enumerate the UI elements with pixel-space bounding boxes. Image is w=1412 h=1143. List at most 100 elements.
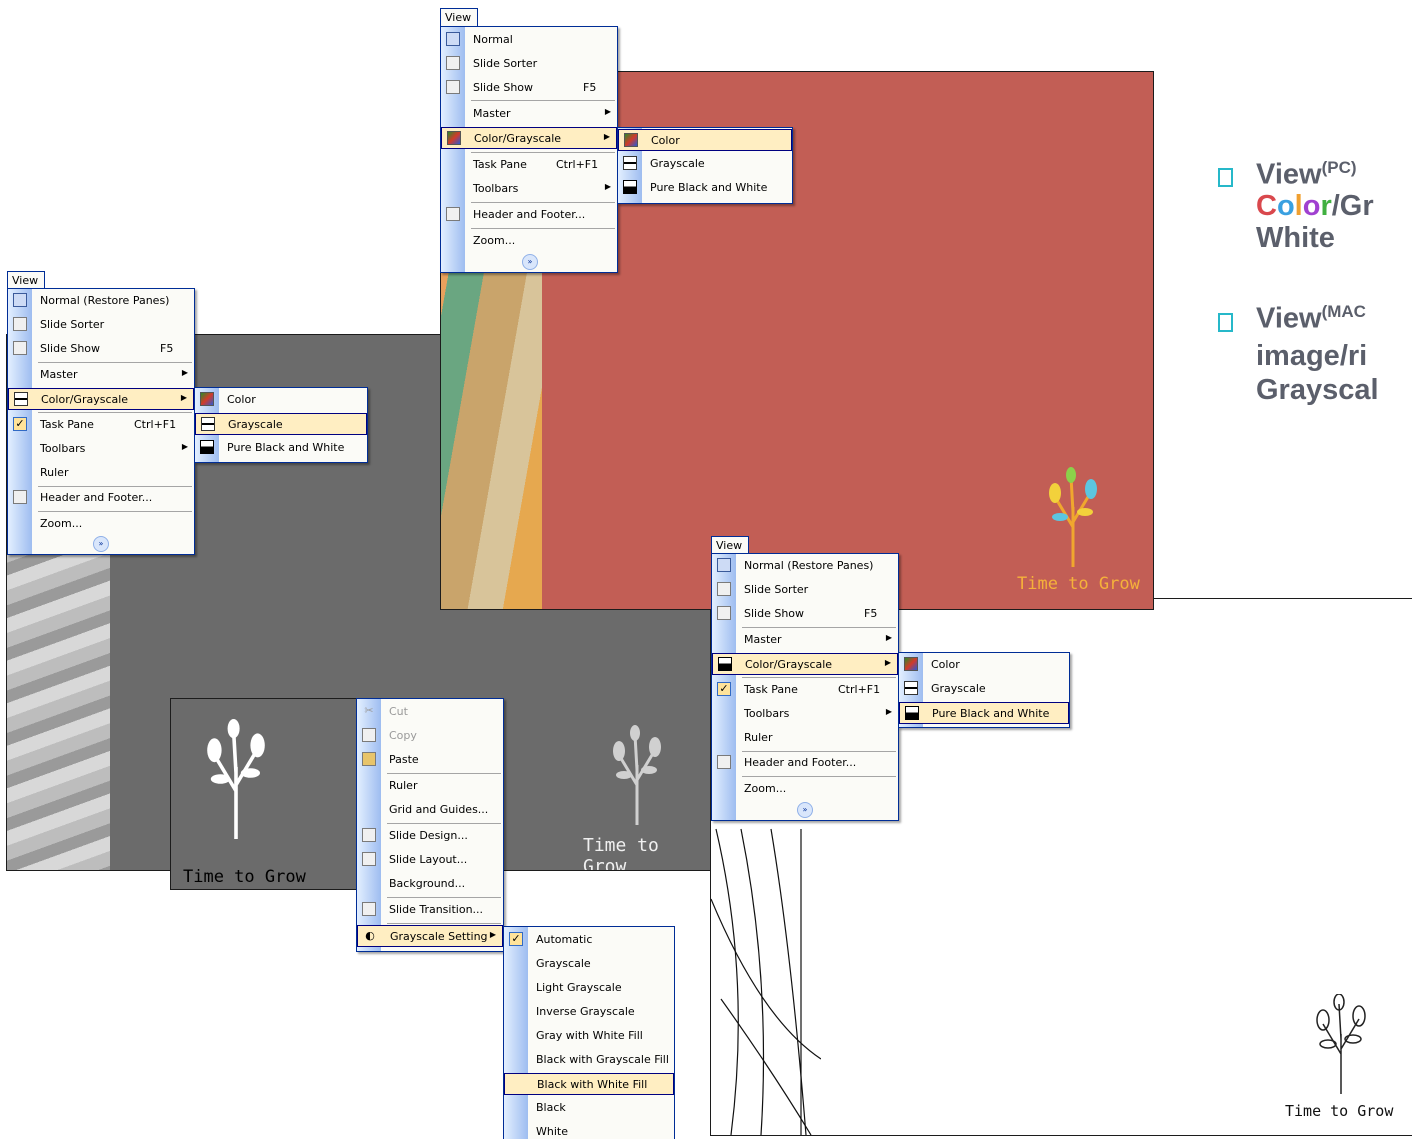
menu-item-label: Color [931,658,960,671]
submenu-item-grayscale[interactable]: Grayscale [899,678,1069,700]
menu-shortcut: F5 [864,607,878,620]
menu-item-color-grayscale[interactable]: Color/Grayscale ▶ [441,127,617,149]
black-white-icon [905,706,919,720]
menu-item-normal[interactable]: Normal [441,29,617,51]
menu-item-slide-sorter[interactable]: Slide Sorter [441,53,617,75]
menu-item-ruler[interactable]: Ruler [8,462,194,484]
menu-item-slide-show[interactable]: Slide Show F5 [441,77,617,99]
menu-item-label: Task Pane [473,158,527,171]
menu-item-label: Zoom... [473,234,516,247]
slide-layout-icon [362,852,376,866]
view-menu-tab-left[interactable]: View [7,271,46,289]
menu-item-label: Color/Grayscale [474,132,562,145]
menu-item-header-footer[interactable]: Header and Footer... [8,487,194,509]
menu-item-task-pane[interactable]: ✓ Task Pane Ctrl+F1 [8,414,194,436]
menu-item-zoom[interactable]: Zoom... [441,230,617,252]
bullet-1-word: View [1256,158,1322,191]
submenu-item-pure-black-white[interactable]: Pure Black and White [899,702,1069,724]
context-item-background[interactable]: Background... [357,873,503,895]
grayscale-icon [201,417,215,431]
bullet-2-line-3: Grayscal [1256,374,1379,406]
color-tree-icon [1043,467,1103,567]
submenu-item-color[interactable]: Color [195,389,367,411]
checkmark-icon: ✓ [509,932,523,946]
menu-item-task-pane[interactable]: ✓ Task Pane Ctrl+F1 [712,679,898,701]
context-item-cut[interactable]: ✂ Cut [357,701,503,723]
menu-item-label: Black [536,1101,566,1114]
submenu-item-color[interactable]: Color [618,129,792,151]
bullet-1-line-3: White [1256,222,1335,254]
menu-item-slide-show[interactable]: Slide Show F5 [712,603,898,625]
grayscale-icon [623,156,637,170]
submenu-item-pure-black-white[interactable]: Pure Black and White [195,437,367,459]
menu-item-label: Gray with White Fill [536,1029,643,1042]
expand-menu-icon[interactable]: » [797,802,813,818]
setting-item-black[interactable]: Black [504,1097,674,1119]
bullet-1-line-1: View(PC) [1256,158,1357,192]
menu-item-toolbars[interactable]: Toolbars ▶ [712,703,898,725]
setting-item-white[interactable]: White [504,1121,674,1143]
menu-item-master[interactable]: Master ▶ [441,103,617,125]
menu-separator [38,362,192,363]
setting-item-black-grayscale-fill[interactable]: Black with Grayscale Fill [504,1049,674,1071]
menu-separator [471,202,615,203]
menu-separator [387,773,501,774]
menu-item-label: Normal (Restore Panes) [40,294,170,307]
menu-item-color-grayscale[interactable]: Color/Grayscale ▶ [712,653,898,675]
checkmark-icon: ✓ [13,417,27,431]
context-item-grayscale-setting[interactable]: ◐ Grayscale Setting ▶ [357,925,503,947]
menu-item-label: Header and Footer... [473,208,586,221]
menu-item-slide-sorter[interactable]: Slide Sorter [8,314,194,336]
setting-item-inverse-grayscale[interactable]: Inverse Grayscale [504,1001,674,1023]
submenu-item-grayscale[interactable]: Grayscale [618,153,792,175]
context-item-grid-guides[interactable]: Grid and Guides... [357,799,503,821]
setting-item-automatic[interactable]: ✓ Automatic [504,929,674,951]
menu-item-label: Slide Transition... [389,903,484,916]
menu-item-color-grayscale[interactable]: Color/Grayscale ▶ [8,388,194,410]
submenu-item-grayscale[interactable]: Grayscale [195,413,367,435]
context-item-paste[interactable]: Paste [357,749,503,771]
menu-item-task-pane[interactable]: Task Pane Ctrl+F1 [441,154,617,176]
context-item-slide-design[interactable]: Slide Design... [357,825,503,847]
view-menu-tab-right[interactable]: View [711,536,750,554]
expand-menu-icon[interactable]: » [93,536,109,552]
menu-item-label: Toolbars [473,182,519,195]
menu-separator [742,776,896,777]
context-item-slide-transition[interactable]: Slide Transition... [357,899,503,921]
setting-item-grayscale[interactable]: Grayscale [504,953,674,975]
paste-icon [362,752,376,766]
context-item-copy[interactable]: Copy [357,725,503,747]
menu-item-header-footer[interactable]: Header and Footer... [441,204,617,226]
menu-item-slide-show[interactable]: Slide Show F5 [8,338,194,360]
menu-item-master[interactable]: Master ▶ [712,629,898,651]
setting-item-black-white-fill[interactable]: Black with White Fill [504,1073,674,1095]
menu-item-header-footer[interactable]: Header and Footer... [712,752,898,774]
menu-item-slide-sorter[interactable]: Slide Sorter [712,579,898,601]
menu-item-label: Light Grayscale [536,981,622,994]
menu-item-ruler[interactable]: Ruler [712,727,898,749]
color-letter: o [1276,190,1295,222]
view-menu-tab-top[interactable]: View [440,8,479,26]
menu-shortcut: Ctrl+F1 [134,418,177,431]
menu-item-toolbars[interactable]: Toolbars ▶ [441,178,617,200]
header-footer-icon [717,755,731,769]
menu-item-zoom[interactable]: Zoom... [8,513,194,535]
menu-item-normal[interactable]: Normal (Restore Panes) [8,290,194,312]
menu-item-label: Black with Grayscale Fill [536,1053,669,1066]
submenu-item-color[interactable]: Color [899,654,1069,676]
menu-item-master[interactable]: Master ▶ [8,364,194,386]
context-item-ruler[interactable]: Ruler [357,775,503,797]
menu-separator [387,923,501,924]
context-item-slide-layout[interactable]: Slide Layout... [357,849,503,871]
menu-separator [38,412,192,413]
menu-item-zoom[interactable]: Zoom... [712,778,898,800]
menu-item-label: Automatic [536,933,593,946]
bullet-1-sup: (PC) [1321,158,1357,177]
setting-item-light-grayscale[interactable]: Light Grayscale [504,977,674,999]
menu-item-toolbars[interactable]: Toolbars ▶ [8,438,194,460]
expand-menu-icon[interactable]: » [522,254,538,270]
setting-item-gray-white-fill[interactable]: Gray with White Fill [504,1025,674,1047]
submenu-item-pure-black-white[interactable]: Pure Black and White [618,177,792,199]
menu-item-label: Inverse Grayscale [536,1005,635,1018]
menu-item-normal[interactable]: Normal (Restore Panes) [712,555,898,577]
